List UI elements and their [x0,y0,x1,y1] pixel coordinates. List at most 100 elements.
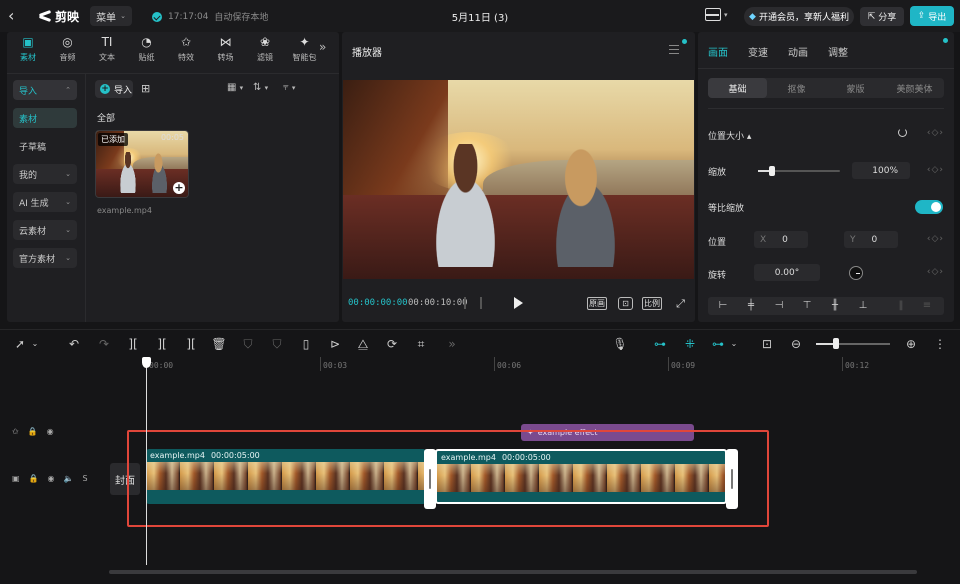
track-s-label[interactable]: S [82,474,87,483]
magnet-link-icon[interactable]: ⊶ [650,336,670,352]
add-to-timeline-icon[interactable]: + [173,182,185,194]
zoom-in-icon[interactable]: ⊕ [903,336,919,352]
layout-icon[interactable] [705,8,721,21]
qr-scan-icon[interactable]: ⊞ [141,83,153,95]
menu-icon[interactable] [669,45,679,54]
media-tab[interactable]: ◎ 音频 [49,35,87,67]
media-tab[interactable]: ✩ 特效 [167,35,205,67]
align-left-icon[interactable]: ⊢ [716,300,730,312]
property-tab[interactable]: 动画 [788,44,808,59]
align-center-h-icon[interactable]: ╪ [744,300,758,312]
property-tab[interactable]: 变速 [748,44,768,59]
position-size-section[interactable]: 位置大小 ▴ [708,129,751,142]
import-button[interactable]: + 导入 [95,80,133,98]
play-icon[interactable] [514,297,523,309]
zoom-slider-handle[interactable] [832,338,839,349]
sidebar-item[interactable]: 官方素材 ⌄ [13,248,77,268]
playhead[interactable] [146,357,147,565]
microphone-icon[interactable]: 🎙 [612,336,628,352]
sidebar-item[interactable]: 子草稿 [13,136,77,156]
linkage-icon[interactable]: ⊶ [708,336,728,352]
scale-value[interactable]: 100% [852,162,910,179]
keyframe-icon[interactable]: ‹◇› [927,165,944,175]
fullscreen-focus-icon[interactable]: ⊡ [618,297,633,310]
playhead-handle[interactable] [142,357,151,368]
horizontal-scrollbar[interactable] [109,570,917,574]
sidebar-item[interactable]: 我的 ⌄ [13,164,77,184]
sidebar-item[interactable]: 云素材 ⌄ [13,220,77,240]
delete-icon[interactable]: 🗑 [211,336,227,352]
preview-axis-icon[interactable]: ⊡ [758,336,776,352]
property-subtab[interactable]: 美颜美体 [885,78,944,98]
split-icon[interactable]: ][ [125,336,141,352]
sidebar-item[interactable]: AI 生成 ⌄ [13,192,77,212]
media-tab[interactable]: ✦ 智能包 [286,35,324,67]
sidebar-item[interactable]: 导入 ⌃ [13,80,77,100]
view-mode-icon[interactable]: ▦ ▾ [227,82,243,93]
more-tabs-icon[interactable]: » [319,40,326,54]
rotate-value[interactable]: 0.00° [754,264,820,281]
mirror-icon[interactable]: ⧋ [355,336,371,352]
uniform-scale-toggle[interactable] [915,200,943,214]
share-button[interactable]: ⇱ 分享 [860,7,904,26]
media-tab[interactable]: TI 文本 [88,35,126,67]
freeze-frame-icon[interactable]: ▯ [298,336,314,352]
lock-icon[interactable]: 🔒 [28,427,38,436]
eye-icon[interactable]: ◉ [47,427,54,436]
original-quality-button[interactable]: 原画 [587,297,607,310]
align-right-icon[interactable]: ⊣ [772,300,786,312]
undo-icon[interactable]: ↶ [66,336,82,352]
eye-icon[interactable]: ◉ [48,474,55,483]
export-button[interactable]: ⇪ 导出 [910,6,954,26]
timeline[interactable]: 00:00 00:03 00:06 00:09 00:12 ✩ 🔒 ◉ ▣ 🔒 ◉ 🔈 … [0,357,960,584]
back-icon[interactable]: ‹ [8,6,24,26]
align-center-v-icon[interactable]: ╫ [828,300,842,312]
scale-slider-handle[interactable] [768,166,775,176]
trim-left-icon[interactable]: ][ [154,336,170,352]
lock-icon[interactable]: 🔒 [29,474,39,483]
filter-icon[interactable]: ⫧ ▾ [283,82,295,93]
keyframe-icon[interactable]: ‹◇› [927,234,944,244]
keyframe-icon[interactable]: ‹◇› [927,128,944,138]
timecode-grid-icon[interactable] [464,297,482,309]
property-tab[interactable]: 调整 [828,44,848,59]
video-preview[interactable] [343,80,694,279]
property-tab[interactable]: 画面 [708,44,728,59]
reset-icon[interactable] [898,128,907,137]
position-x-field[interactable]: X 0 [754,231,808,248]
media-thumbnail[interactable]: 已添加 00:05 + [95,130,189,198]
rotation-dial-icon[interactable] [849,266,863,280]
property-subtab[interactable]: 蒙版 [826,78,885,98]
rotate-icon[interactable]: ⟳ [384,336,400,352]
reverse-play-icon[interactable]: ⊳ [327,336,343,352]
x-value: 0 [782,234,788,245]
sidebar-item-label: 导入 [19,86,38,97]
media-tab[interactable]: ❀ 滤镜 [246,35,284,67]
more-tools-icon[interactable]: » [440,336,464,352]
crop-icon[interactable]: ⌗ [413,336,429,352]
trim-right-icon[interactable]: ][ [183,336,199,352]
sidebar-item[interactable]: 素材 [13,108,77,128]
vip-banner-button[interactable]: ◆ 开通会员，享新人福利 [744,7,854,26]
more-options-icon[interactable]: ⋮ [932,336,948,352]
speaker-icon[interactable]: 🔈 [64,474,74,483]
sort-icon[interactable]: ⇅ ▾ [253,82,268,93]
position-y-field[interactable]: Y 0 [844,231,898,248]
select-cursor-icon[interactable]: ➚ [12,336,28,352]
zoom-out-icon[interactable]: ⊖ [788,336,804,352]
media-tab[interactable]: ⋈ 转场 [207,35,245,67]
aspect-ratio-button[interactable]: 比例 [642,297,662,310]
property-subtab[interactable]: 基础 [708,78,767,98]
layout-caret-icon[interactable]: ▾ [724,11,728,19]
media-tab[interactable]: ◔ 贴纸 [128,35,166,67]
media-tab[interactable]: ▣ 素材 [9,35,47,67]
menu-button[interactable]: 菜单 ⌄ [90,6,132,26]
property-subtab[interactable]: 抠像 [767,78,826,98]
keyframe-icon[interactable]: ‹◇› [927,267,944,277]
chevron-down-icon[interactable]: ⌄ [728,336,740,352]
chevron-down-icon[interactable]: ⌄ [30,336,40,352]
auto-snap-icon[interactable]: ⁜ [680,336,700,352]
fullscreen-icon[interactable]: ⤢ [674,297,687,310]
align-bottom-icon[interactable]: ⊥ [856,300,870,312]
align-top-icon[interactable]: ⊤ [800,300,814,312]
